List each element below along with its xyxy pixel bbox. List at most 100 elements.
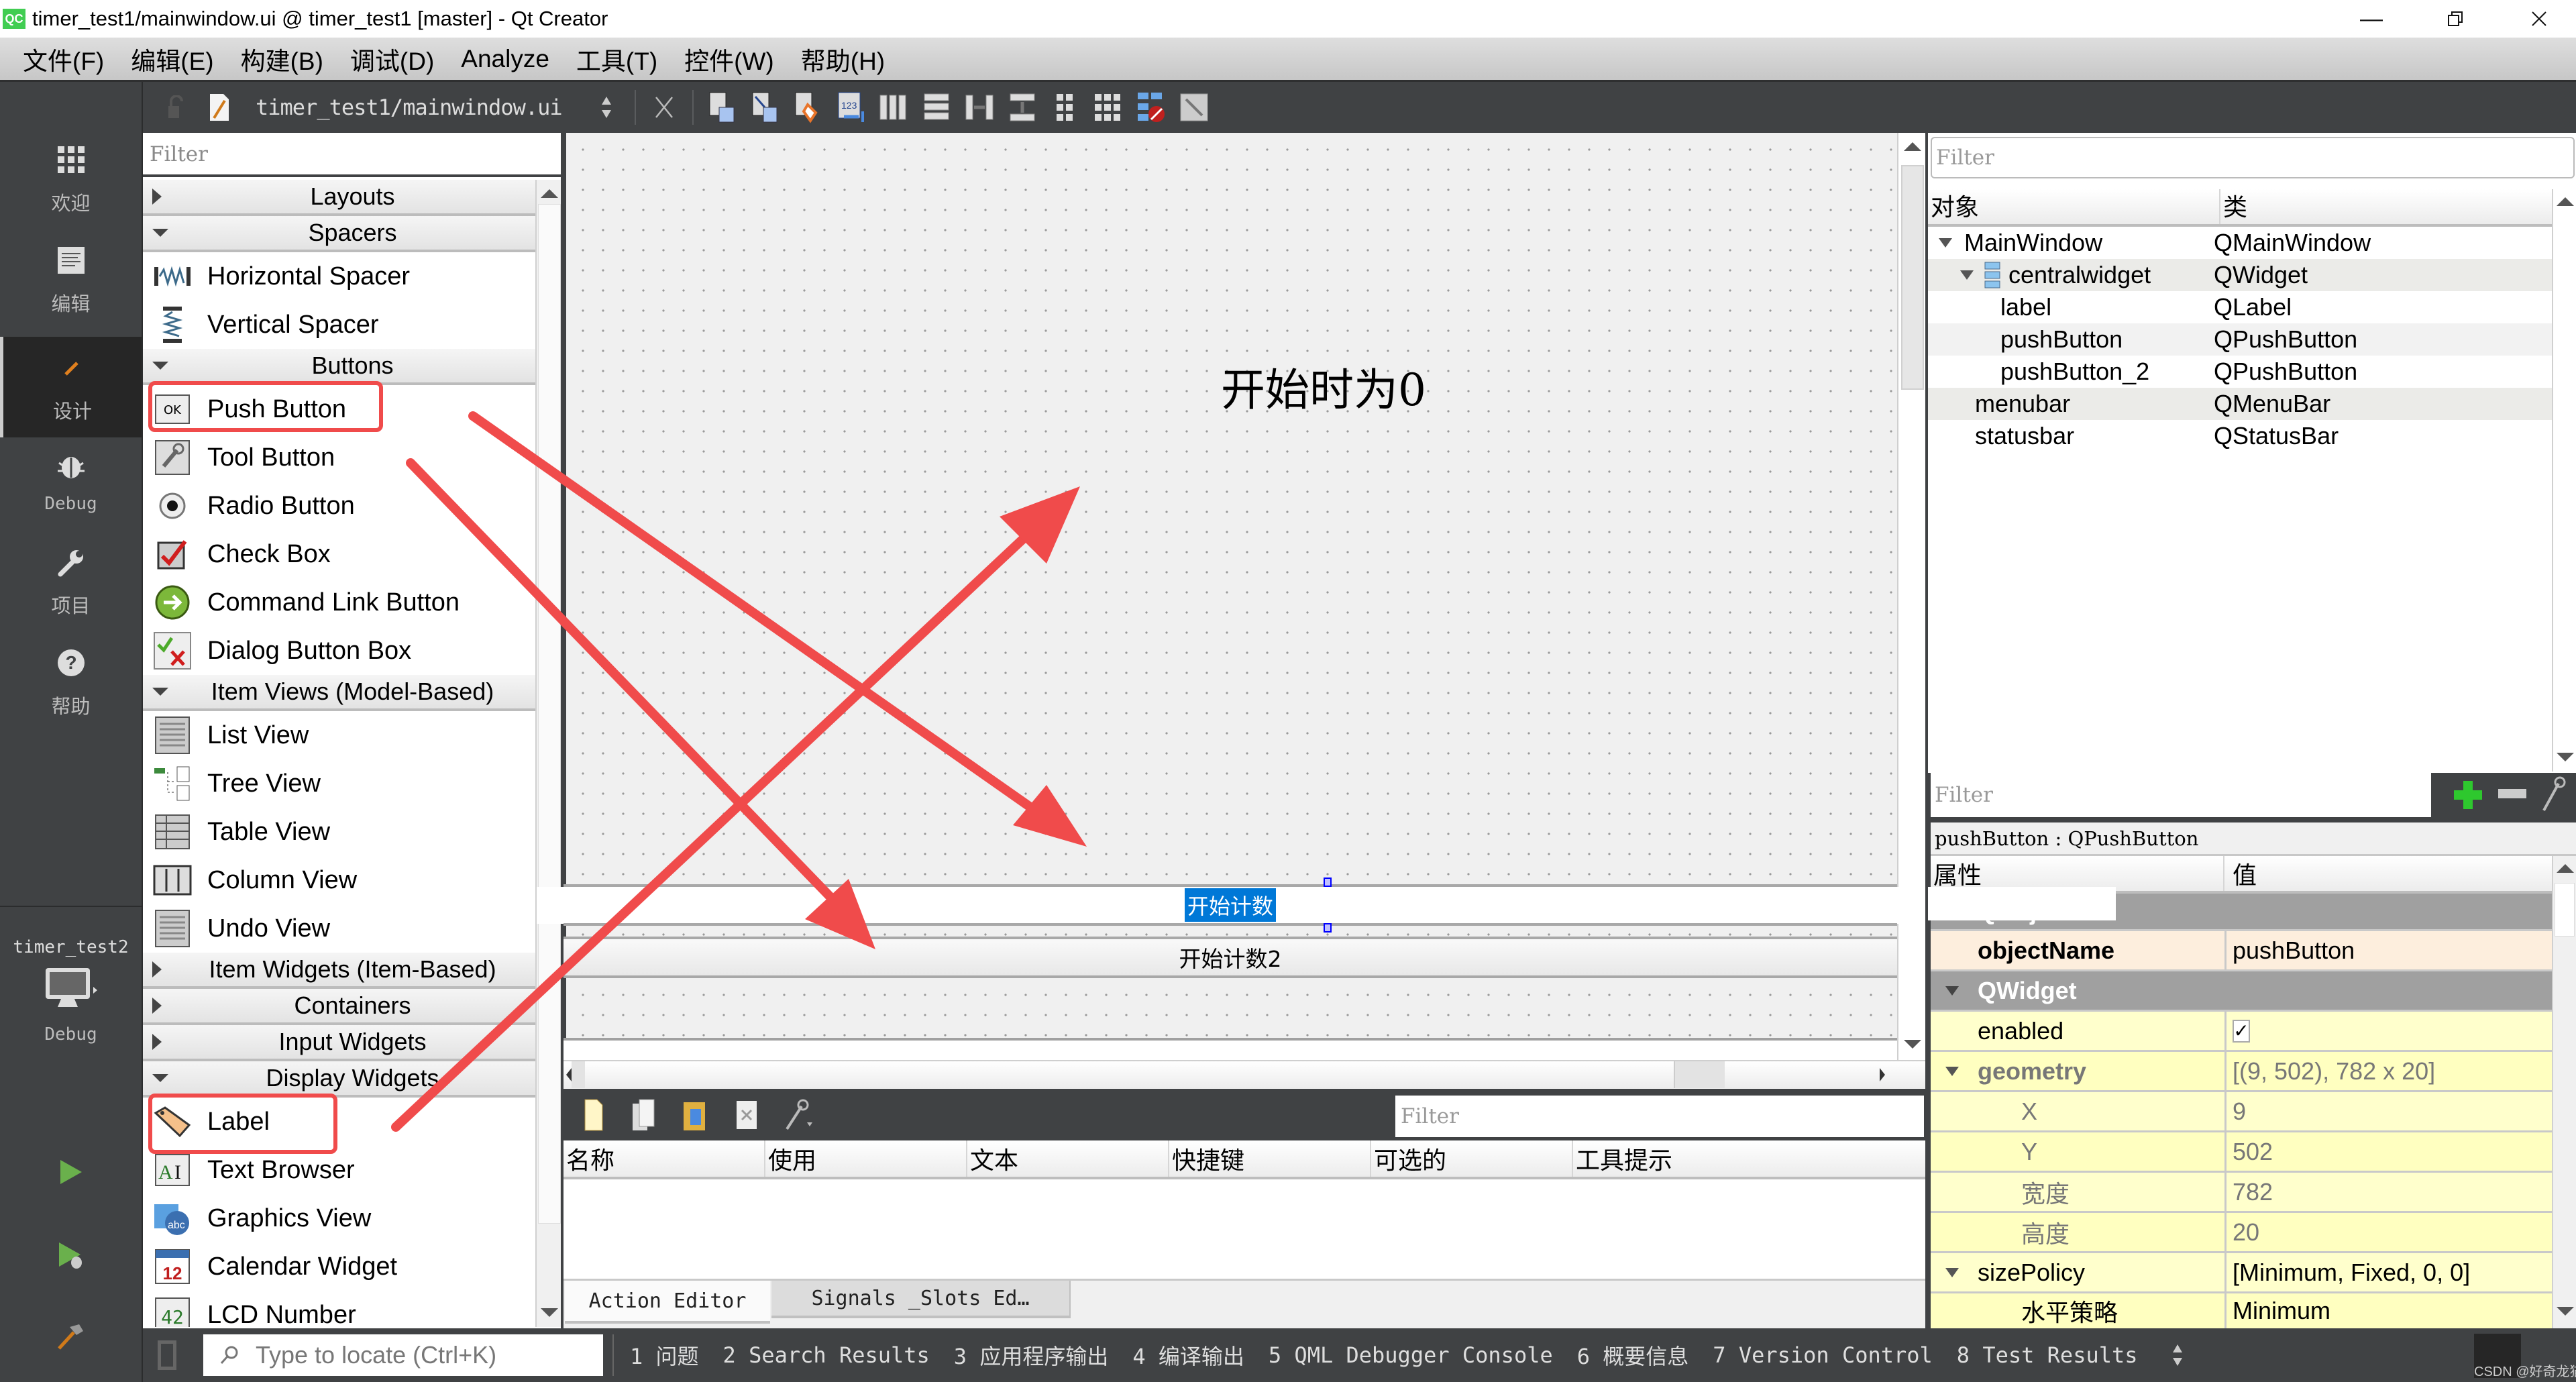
menu-edit[interactable]: 编辑(E) bbox=[117, 39, 227, 79]
pane-version-control[interactable]: 7 Version Control bbox=[1713, 1342, 1933, 1368]
tree-row-label[interactable]: label QLabel bbox=[1928, 291, 2552, 323]
tree-collapse-icon[interactable] bbox=[1945, 1066, 1959, 1076]
selection-handle-top[interactable] bbox=[1324, 878, 1332, 887]
property-editor-scrollbar[interactable] bbox=[2552, 856, 2576, 1328]
pane-qml-debugger-console[interactable]: 5 QML Debugger Console bbox=[1269, 1342, 1553, 1368]
property-row-objectname[interactable]: objectName pushButton bbox=[1931, 931, 2552, 971]
column-checkable[interactable]: 可选的 bbox=[1371, 1140, 1573, 1177]
break-layout-icon[interactable] bbox=[1134, 90, 1169, 125]
widget-box-filter-input[interactable]: Filter bbox=[143, 134, 561, 177]
pane-switcher-icon[interactable] bbox=[2171, 1342, 2184, 1369]
kit-selector[interactable]: timer_test2 Debug bbox=[0, 914, 142, 1068]
widget-table-view[interactable]: Table View bbox=[143, 808, 535, 856]
menu-help[interactable]: 帮助(H) bbox=[788, 39, 898, 79]
widget-column-view[interactable]: Column View bbox=[143, 856, 535, 904]
edit-signals-slots-icon[interactable] bbox=[747, 90, 782, 125]
pane-issues[interactable]: 1 问题 bbox=[630, 1340, 699, 1371]
scroll-down-icon[interactable] bbox=[2557, 1307, 2574, 1316]
tree-row-statusbar[interactable]: statusbar QStatusBar bbox=[1928, 420, 2552, 452]
column-value[interactable]: 值 bbox=[2233, 856, 2548, 891]
menu-file[interactable]: 文件(F) bbox=[9, 39, 117, 79]
property-group-qwidget[interactable]: QWidget bbox=[1931, 971, 2552, 1012]
tree-collapse-icon[interactable] bbox=[1945, 1267, 1959, 1277]
column-used[interactable]: 使用 bbox=[765, 1140, 967, 1177]
edit-widgets-icon[interactable] bbox=[704, 90, 739, 125]
pane-search-results[interactable]: 2 Search Results bbox=[723, 1342, 930, 1368]
property-row-horizontal-policy[interactable]: 水平策略 Minimum bbox=[1931, 1293, 2552, 1334]
scroll-down-icon[interactable] bbox=[2557, 753, 2574, 761]
category-display-widgets[interactable]: Display Widgets bbox=[143, 1061, 535, 1098]
menu-build[interactable]: 构建(B) bbox=[227, 39, 337, 79]
add-dynamic-property-button[interactable] bbox=[2451, 778, 2486, 813]
close-button[interactable] bbox=[2502, 0, 2576, 38]
category-spacers[interactable]: Spacers bbox=[143, 216, 535, 252]
menu-debug[interactable]: 调试(D) bbox=[337, 39, 447, 79]
widget-radio-button[interactable]: Radio Button bbox=[143, 482, 535, 530]
layout-grid-icon[interactable] bbox=[1091, 90, 1126, 125]
copy-action-icon[interactable] bbox=[628, 1096, 661, 1134]
mode-design[interactable]: 设计 bbox=[0, 337, 142, 437]
widget-graphics-view[interactable]: abc Graphics View bbox=[143, 1194, 535, 1242]
property-filter-input[interactable]: Filter bbox=[1931, 773, 2431, 817]
action-editor-table[interactable] bbox=[564, 1179, 1925, 1281]
tree-expand-icon[interactable] bbox=[1960, 270, 1974, 280]
widget-calendar[interactable]: 12 Calendar Widget bbox=[143, 1242, 535, 1291]
selection-handle-bottom[interactable] bbox=[1324, 923, 1332, 933]
widget-undo-view[interactable]: Undo View bbox=[143, 904, 535, 953]
tree-expand-icon[interactable] bbox=[1939, 238, 1952, 248]
run-button[interactable] bbox=[0, 1132, 142, 1212]
adjust-size-icon[interactable] bbox=[1177, 90, 1212, 125]
tree-row-pushbutton[interactable]: pushButton QPushButton bbox=[1928, 323, 2552, 356]
mode-debug[interactable]: Debug bbox=[0, 431, 142, 531]
build-button[interactable] bbox=[0, 1296, 142, 1377]
menu-widgets[interactable]: 控件(W) bbox=[671, 39, 788, 79]
widget-dialog-button-box[interactable]: Dialog Button Box bbox=[143, 627, 535, 675]
property-row-x[interactable]: X 9 bbox=[1931, 1092, 2552, 1132]
pane-application-output[interactable]: 3 应用程序输出 bbox=[954, 1340, 1109, 1371]
category-buttons[interactable]: Buttons bbox=[143, 349, 535, 385]
pane-general-messages[interactable]: 6 概要信息 bbox=[1577, 1340, 1689, 1371]
configure-action-icon[interactable] bbox=[781, 1096, 814, 1134]
scroll-thumb[interactable] bbox=[538, 204, 561, 1224]
category-layouts[interactable]: Layouts bbox=[143, 180, 535, 216]
pane-compile-output[interactable]: 4 编译输出 bbox=[1132, 1340, 1244, 1371]
mode-help[interactable]: ? 帮助 bbox=[0, 632, 142, 733]
restore-button[interactable] bbox=[2418, 0, 2492, 38]
tree-collapse-icon[interactable] bbox=[1945, 986, 1959, 996]
tree-row-mainwindow[interactable]: MainWindow QMainWindow bbox=[1928, 227, 2552, 259]
edit-buddies-icon[interactable] bbox=[790, 90, 825, 125]
form-push-button-2[interactable]: 开始计数2 bbox=[564, 937, 1897, 978]
scroll-right-icon[interactable] bbox=[1880, 1068, 1885, 1081]
scroll-up-icon[interactable] bbox=[541, 189, 558, 198]
pane-test-results[interactable]: 8 Test Results bbox=[1957, 1342, 2138, 1368]
widget-box-scrollbar[interactable] bbox=[535, 180, 561, 1327]
widget-horizontal-spacer[interactable]: Horizontal Spacer bbox=[143, 252, 535, 301]
layout-horizontal-icon[interactable] bbox=[876, 90, 911, 125]
tree-row-centralwidget[interactable]: centralwidget QWidget bbox=[1928, 259, 2552, 291]
column-object[interactable]: 对象 bbox=[1928, 189, 2220, 224]
remove-dynamic-property-button[interactable] bbox=[2498, 789, 2528, 802]
widget-tree-view[interactable]: Tree View bbox=[143, 759, 535, 808]
scroll-up-icon[interactable] bbox=[1904, 142, 1921, 151]
paste-action-icon[interactable] bbox=[679, 1096, 712, 1134]
widget-list-view[interactable]: List View bbox=[143, 711, 535, 759]
category-item-widgets[interactable]: Item Widgets (Item-Based) bbox=[143, 953, 535, 989]
action-editor-filter-input[interactable]: Filter bbox=[1395, 1096, 1924, 1137]
widget-tool-button[interactable]: Tool Button bbox=[143, 433, 535, 482]
form-horizontal-scrollbar[interactable] bbox=[564, 1060, 1925, 1089]
scroll-up-icon[interactable] bbox=[2557, 864, 2574, 873]
column-name[interactable]: 名称 bbox=[564, 1140, 765, 1177]
category-input-widgets[interactable]: Input Widgets bbox=[143, 1025, 535, 1061]
layout-form-icon[interactable] bbox=[1048, 90, 1083, 125]
column-property[interactable]: 属性 bbox=[1933, 856, 2224, 891]
mode-projects[interactable]: 项目 bbox=[0, 531, 142, 632]
minimize-button[interactable]: — bbox=[2334, 0, 2408, 38]
widget-command-link-button[interactable]: Command Link Button bbox=[143, 578, 535, 627]
debug-run-button[interactable] bbox=[0, 1216, 142, 1296]
tree-row-menubar[interactable]: menubar QMenuBar bbox=[1928, 388, 2552, 420]
scroll-down-icon[interactable] bbox=[1904, 1040, 1921, 1049]
layout-vertical-splitter-icon[interactable] bbox=[1005, 90, 1040, 125]
menu-analyze[interactable]: Analyze bbox=[447, 39, 563, 79]
mode-welcome[interactable]: 欢迎 bbox=[0, 129, 142, 229]
property-configure-button[interactable] bbox=[2540, 776, 2573, 816]
